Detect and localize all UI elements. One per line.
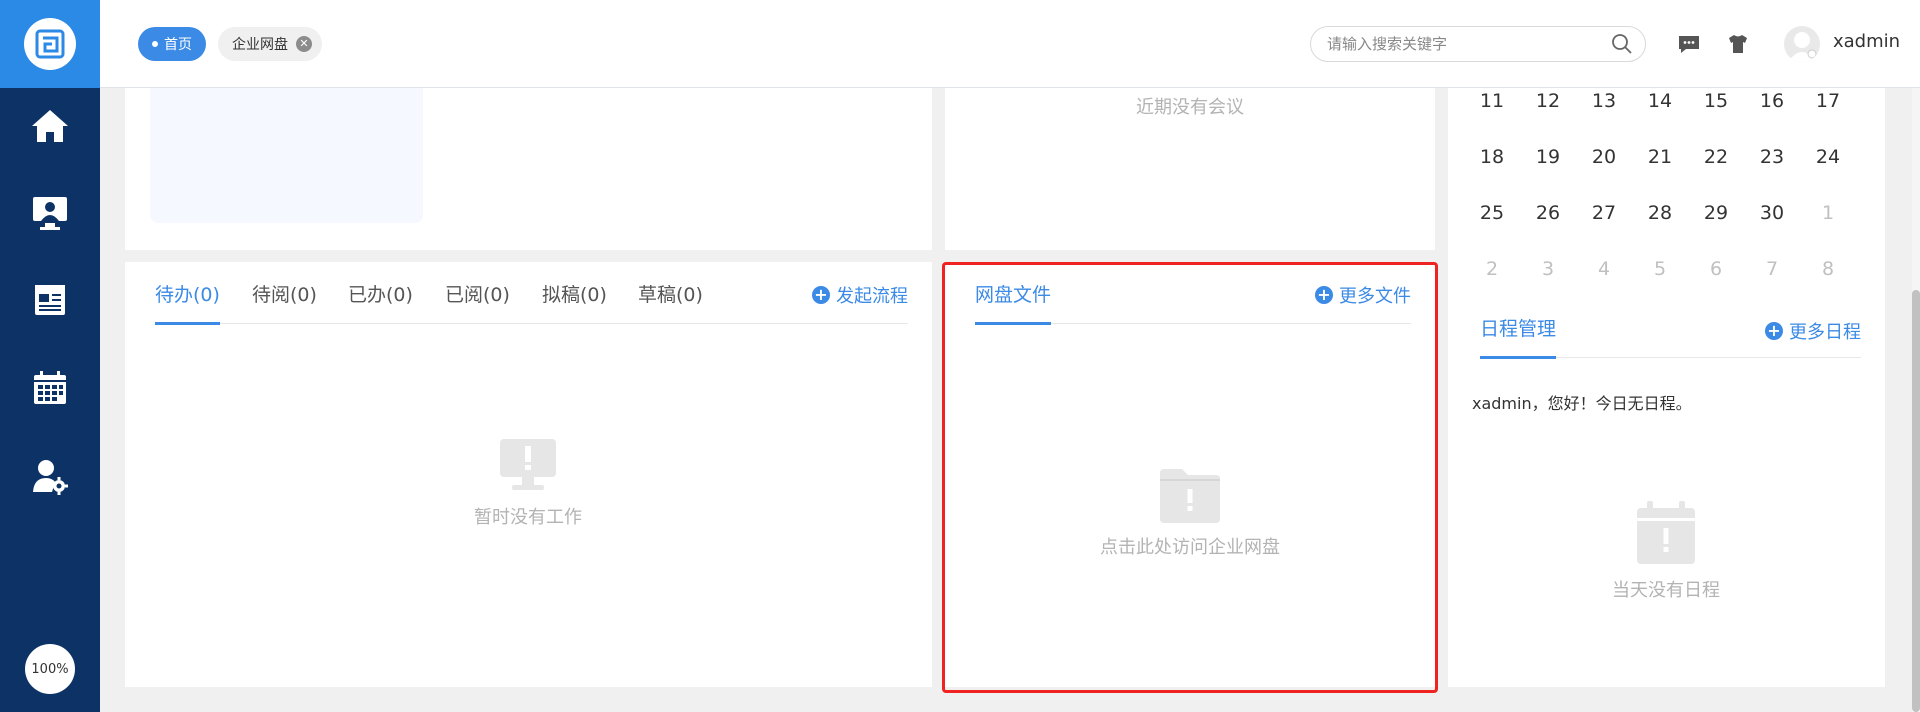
message-icon[interactable] [1677, 32, 1701, 56]
monitor-alert-icon [500, 439, 556, 490]
sidebar: 100% [0, 0, 100, 712]
more-files-button[interactable]: + 更多文件 [1315, 280, 1411, 310]
tab-drafting[interactable]: 拟稿(0) [542, 280, 607, 324]
calendar-day[interactable]: 26 [1528, 202, 1568, 224]
top-left-card-panel [150, 88, 423, 223]
sidebar-item-calendar[interactable] [0, 358, 100, 418]
calendar-day[interactable]: 7 [1752, 258, 1792, 280]
sidebar-item-meeting[interactable] [0, 183, 100, 243]
search-box [1310, 26, 1646, 62]
tab-drafts[interactable]: 草稿(0) [638, 280, 703, 324]
tab-read[interactable]: 已阅(0) [445, 280, 510, 324]
calendar-day[interactable]: 12 [1528, 90, 1568, 112]
meeting-empty-text: 近期没有会议 [1136, 97, 1244, 118]
workflow-empty-state: 暂时没有工作 [403, 437, 653, 529]
calendar-day[interactable]: 16 [1752, 90, 1792, 112]
logo-icon [24, 18, 76, 70]
calendar-day[interactable]: 28 [1640, 202, 1680, 224]
tab-enterprise-disk[interactable]: 企业网盘 ✕ [218, 27, 322, 61]
plus-circle-icon: + [1315, 286, 1333, 304]
theme-shirt-icon[interactable] [1726, 32, 1750, 56]
netdisk-empty-text: 点击此处访问企业网盘 [1100, 537, 1280, 558]
calendar-day[interactable]: 3 [1528, 258, 1568, 280]
schedule-empty-text: 当天没有日程 [1612, 580, 1720, 601]
calendar-day[interactable]: 29 [1696, 202, 1736, 224]
user-settings-icon [33, 460, 68, 495]
folder-alert-icon [1160, 469, 1220, 523]
netdisk-empty-state[interactable]: 点击此处访问企业网盘 [1040, 467, 1340, 559]
netdisk-card: 网盘文件 + 更多文件 点击此处访问企业网盘 [945, 262, 1435, 687]
calendar-day[interactable]: 27 [1584, 202, 1624, 224]
calendar-day[interactable]: 8 [1808, 258, 1848, 280]
news-icon [35, 285, 65, 315]
tab-todo[interactable]: 待办(0) [155, 280, 220, 325]
sidebar-item-home[interactable] [0, 96, 100, 156]
more-schedule-label: 更多日程 [1789, 322, 1861, 343]
calendar-day[interactable]: 17 [1808, 90, 1848, 112]
start-workflow-button[interactable]: + 发起流程 [812, 280, 908, 310]
logo[interactable] [0, 0, 100, 88]
username[interactable]: xadmin [1833, 31, 1900, 52]
more-schedule-button[interactable]: + 更多日程 [1765, 316, 1861, 346]
search-icon[interactable] [1611, 33, 1633, 55]
tab-netdisk-files[interactable]: 网盘文件 [975, 280, 1052, 325]
home-icon [32, 110, 68, 142]
close-icon[interactable]: ✕ [296, 36, 312, 52]
active-dot-icon [152, 41, 158, 47]
calendar-day[interactable]: 22 [1696, 146, 1736, 168]
calendar-day[interactable]: 1 [1808, 202, 1848, 224]
calendar-day[interactable]: 19 [1528, 146, 1568, 168]
calendar-day[interactable]: 11 [1472, 90, 1512, 112]
calendar-day[interactable]: 5 [1640, 258, 1680, 280]
scrollbar-thumb[interactable] [1912, 290, 1920, 712]
top-left-card [125, 88, 932, 250]
app-root: 100% 首页 企业网盘 ✕ 请输入搜索关键字 xadmin 近期没有会议 待办… [0, 0, 1920, 712]
start-workflow-label: 发起流程 [836, 286, 908, 307]
calendar-day[interactable]: 24 [1808, 146, 1848, 168]
tab-done[interactable]: 已办(0) [348, 280, 413, 324]
calendar-day[interactable]: 20 [1584, 146, 1624, 168]
sidebar-item-news[interactable] [0, 270, 100, 330]
schedule-empty-state: 当天没有日程 [1566, 500, 1766, 602]
tab-home-label: 首页 [164, 37, 192, 53]
tab-to-read[interactable]: 待阅(0) [252, 280, 317, 324]
tab-enterprise-disk-label: 企业网盘 [232, 37, 288, 53]
calendar-day[interactable]: 4 [1584, 258, 1624, 280]
schedule-greeting: xadmin，您好！今日无日程。 [1472, 394, 1692, 413]
calendar-day[interactable]: 2 [1472, 258, 1512, 280]
calendar-day[interactable]: 13 [1584, 90, 1624, 112]
tab-home[interactable]: 首页 [138, 27, 206, 61]
calendar-icon [34, 371, 66, 404]
workflow-card: 待办(0) 待阅(0) 已办(0) 已阅(0) 拟稿(0) 草稿(0) + 发起… [125, 262, 932, 687]
calendar-day[interactable]: 21 [1640, 146, 1680, 168]
more-files-label: 更多文件 [1339, 286, 1411, 307]
calendar-day[interactable]: 15 [1696, 90, 1736, 112]
top-bar: 首页 企业网盘 ✕ 请输入搜索关键字 xadmin [100, 0, 1920, 88]
calendar-day[interactable]: 14 [1640, 90, 1680, 112]
calendar-day[interactable]: 18 [1472, 146, 1512, 168]
calendar-day[interactable]: 23 [1752, 146, 1792, 168]
zoom-level-badge[interactable]: 100% [25, 644, 75, 694]
calendar-day[interactable]: 25 [1472, 202, 1512, 224]
workflow-tabs: 待办(0) 待阅(0) 已办(0) 已阅(0) 拟稿(0) 草稿(0) [155, 280, 908, 325]
calendar-day[interactable]: 30 [1752, 202, 1792, 224]
tab-schedule[interactable]: 日程管理 [1480, 314, 1557, 359]
avatar[interactable] [1784, 26, 1820, 62]
plus-circle-icon: + [812, 286, 830, 304]
calendar-day[interactable]: 6 [1696, 258, 1736, 280]
workflow-empty-text: 暂时没有工作 [474, 507, 582, 528]
plus-circle-icon: + [1765, 322, 1783, 340]
sidebar-item-user-settings[interactable] [0, 446, 100, 506]
meeting-card: 近期没有会议 [945, 88, 1435, 250]
calendar-alert-icon [1637, 501, 1695, 564]
search-input[interactable] [1327, 35, 1611, 53]
meeting-icon [33, 197, 67, 230]
